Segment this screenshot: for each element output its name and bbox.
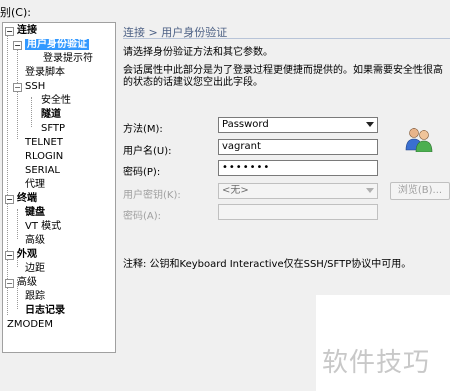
tree-item-advanced[interactable]: − 高级 bbox=[5, 276, 37, 290]
collapse-icon[interactable]: − bbox=[5, 251, 14, 260]
users-icon bbox=[405, 128, 433, 152]
tree-item-telnet[interactable]: TELNET bbox=[25, 136, 63, 150]
tree-item-vt-mode[interactable]: VT 模式 bbox=[25, 220, 61, 234]
tree-item-tunnels[interactable]: 隧道 bbox=[41, 108, 61, 122]
method-label: 方法(M): bbox=[123, 124, 163, 135]
chevron-down-icon[interactable] bbox=[366, 122, 374, 127]
tree-item-terminal[interactable]: − 终端 bbox=[5, 192, 37, 206]
collapse-icon[interactable]: − bbox=[13, 83, 22, 92]
tree-item-rlogin[interactable]: RLOGIN bbox=[25, 150, 63, 164]
method-value: Password bbox=[222, 119, 269, 130]
tree-line bbox=[31, 97, 32, 127]
tree-line bbox=[17, 209, 18, 239]
collapse-icon[interactable]: − bbox=[5, 195, 14, 204]
tree-item-appearance[interactable]: − 外观 bbox=[5, 248, 37, 262]
user-key-label: 用户密钥(K): bbox=[123, 190, 181, 201]
tree-item-proxy[interactable]: 代理 bbox=[25, 178, 45, 192]
collapse-icon[interactable]: − bbox=[5, 27, 14, 36]
user-key-value: <无> bbox=[222, 185, 249, 196]
tree-item-auth[interactable]: − 用户身份验证 bbox=[13, 38, 89, 52]
collapse-icon[interactable]: − bbox=[5, 279, 14, 288]
method-select[interactable]: Password bbox=[218, 117, 378, 133]
tree-item-logging[interactable]: 日志记录 bbox=[25, 304, 65, 318]
passphrase-label: 密码(A): bbox=[123, 211, 162, 222]
chevron-down-icon[interactable] bbox=[366, 188, 374, 193]
user-key-select[interactable]: <无> bbox=[218, 183, 378, 199]
tree-item-login-script[interactable]: 登录脚本 bbox=[25, 66, 65, 80]
description-line: 请选择身份验证方法和其它参数。 bbox=[123, 47, 273, 58]
category-tree[interactable]: − 连接 − 用户身份验证 登录提示符 登录脚本 − SSH 安全性 隧道 SF… bbox=[2, 22, 116, 353]
username-input[interactable]: vagrant bbox=[218, 139, 378, 155]
panel-title: 连接 > 用户身份验证 bbox=[123, 24, 450, 39]
password-label: 密码(P): bbox=[123, 167, 161, 178]
tree-item-connection[interactable]: − 连接 bbox=[5, 24, 37, 38]
watermark-text: 软件技巧 bbox=[322, 348, 431, 378]
tree-item-keyboard[interactable]: 键盘 bbox=[25, 206, 45, 220]
tree-item-sftp[interactable]: SFTP bbox=[41, 122, 65, 136]
tree-item-serial[interactable]: SERIAL bbox=[25, 164, 60, 178]
passphrase-input[interactable] bbox=[218, 204, 378, 220]
username-label: 用户名(U): bbox=[123, 146, 172, 157]
tree-line bbox=[7, 33, 8, 315]
tree-item-margins[interactable]: 边距 bbox=[25, 262, 45, 276]
category-label: 别(C): bbox=[0, 6, 31, 19]
description-line: 的状态的话建议您空出此字段。 bbox=[123, 77, 263, 88]
note-text: 注释: 公钥和Keyboard Interactive仅在SSH/SFTP协议中… bbox=[123, 259, 412, 270]
browse-button[interactable]: 浏览(B)... bbox=[390, 182, 450, 200]
tree-item-login-prompts[interactable]: 登录提示符 bbox=[43, 52, 93, 66]
tree-item-trace[interactable]: 跟踪 bbox=[25, 290, 45, 304]
tree-item-ssh[interactable]: − SSH bbox=[13, 80, 45, 94]
collapse-icon[interactable]: − bbox=[13, 41, 22, 50]
tree-item-terminal-advanced[interactable]: 高级 bbox=[25, 234, 45, 248]
password-input[interactable]: ••••••• bbox=[218, 160, 378, 176]
tree-item-zmodem[interactable]: ZMODEM bbox=[7, 318, 53, 332]
tree-item-security[interactable]: 安全性 bbox=[41, 94, 71, 108]
